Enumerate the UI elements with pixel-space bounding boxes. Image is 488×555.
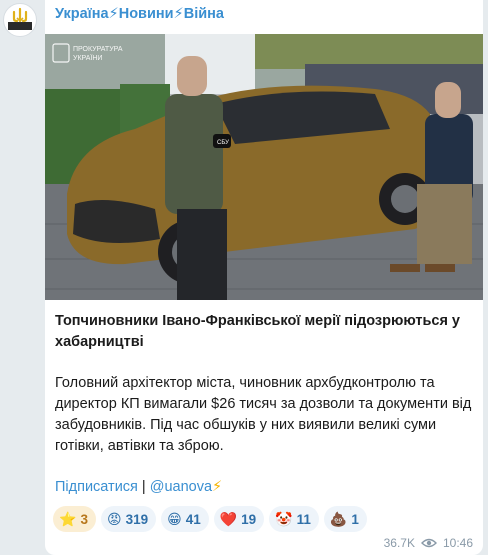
reaction-heart[interactable]: ❤️ 19	[213, 506, 265, 532]
links-separator: |	[137, 479, 150, 495]
watermark-line1: ПРОКУРАТУРА	[73, 46, 123, 53]
reaction-count: 319	[125, 511, 149, 527]
reaction-clown[interactable]: 🤡 11	[269, 506, 319, 532]
reaction-star[interactable]: ⭐ 3	[53, 506, 96, 532]
reactions-bar: ⭐ 3 😡 319 😁 41 ❤️ 19 🤡 11 💩 1	[53, 506, 367, 532]
reaction-count: 11	[296, 511, 311, 527]
reaction-count: 1	[351, 511, 359, 527]
message-meta: 36.7K 10:46	[384, 536, 473, 550]
channel-handle-link[interactable]: @uanova	[150, 479, 212, 495]
watermark-line2: УКРАЇНИ	[73, 54, 102, 62]
lightning-icon: ⚡	[212, 479, 223, 495]
reaction-count: 19	[241, 511, 257, 527]
message-bubble: Україна⚡Новини⚡Війна СБУ ПРОКУРАТУРА УКР…	[45, 0, 483, 555]
reaction-count: 3	[80, 511, 88, 527]
post-links: Підписатися | @uanova⚡	[55, 479, 222, 495]
reaction-angry[interactable]: 😡 319	[100, 506, 157, 532]
grin-face-icon: 😁	[167, 511, 182, 527]
message-time: 10:46	[442, 536, 473, 550]
subscribe-link[interactable]: Підписатися	[55, 479, 138, 495]
post-body: Головний архітектор міста, чиновник архб…	[55, 375, 472, 454]
reaction-count: 41	[185, 511, 201, 527]
clown-icon: 🤡	[275, 511, 293, 527]
patch-text: СБУ	[217, 140, 229, 146]
post-title: Топчиновники Івано-Франківської мерії пі…	[55, 313, 460, 350]
heart-icon: ❤️	[219, 511, 238, 527]
channel-avatar[interactable]	[3, 3, 37, 37]
post-photo[interactable]: СБУ ПРОКУРАТУРА УКРАЇНИ	[45, 34, 483, 300]
reaction-poop[interactable]: 💩 1	[323, 506, 367, 532]
view-count: 36.7K	[383, 536, 415, 550]
star-icon: ⭐	[59, 511, 77, 527]
reaction-grin[interactable]: 😁 41	[161, 506, 209, 532]
trident-logo-icon	[8, 7, 32, 30]
angry-face-icon: 😡	[106, 511, 122, 527]
eye-icon	[420, 538, 437, 548]
channel-title[interactable]: Україна⚡Новини⚡Війна	[55, 6, 224, 22]
poop-icon: 💩	[329, 511, 348, 527]
